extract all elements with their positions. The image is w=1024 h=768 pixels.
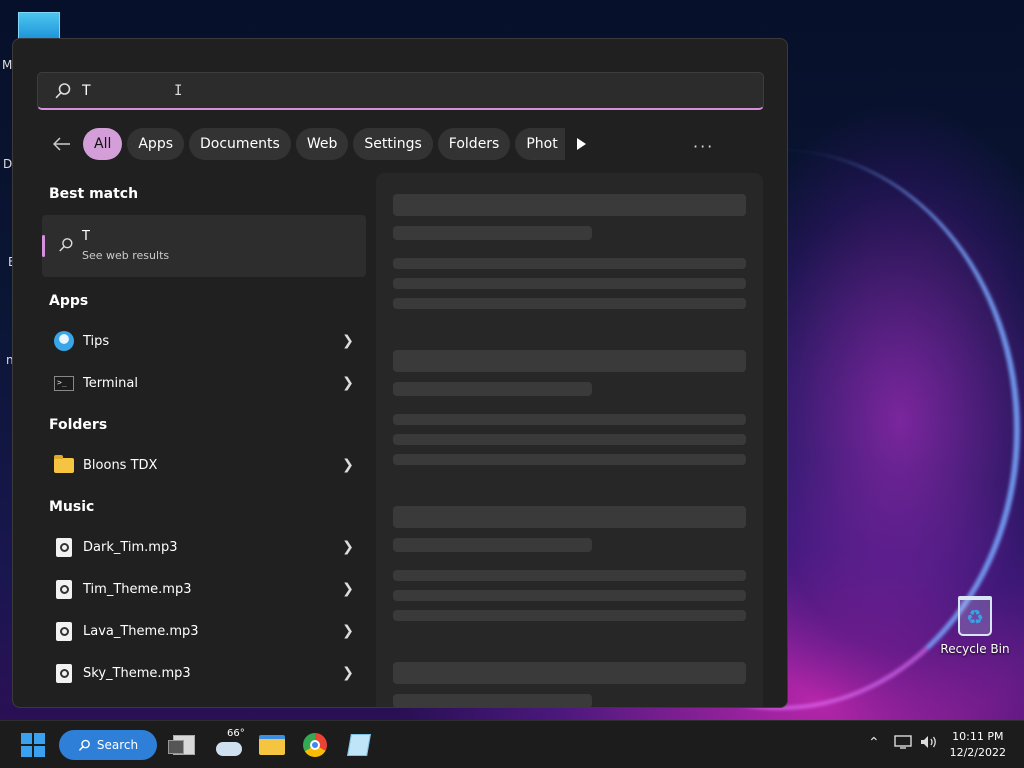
skeleton-bar — [393, 258, 746, 269]
search-panel: I All Apps Documents Web Settings Folder… — [12, 38, 788, 708]
network-icon[interactable] — [894, 735, 912, 753]
list-item-label: Tips — [83, 333, 110, 349]
filter-all[interactable]: All — [83, 128, 123, 160]
recycle-bin[interactable]: ♻ Recycle Bin — [940, 596, 1010, 656]
preview-pane-loading — [376, 173, 763, 707]
text-cursor-icon: I — [174, 83, 183, 99]
folder-icon — [53, 454, 75, 476]
list-item-lava-theme[interactable]: Lava_Theme.mp3 ❯ — [42, 612, 366, 650]
filter-apps[interactable]: Apps — [127, 128, 185, 160]
taskbar-search-label: Search — [96, 738, 139, 752]
apps-heading: Apps — [49, 293, 89, 309]
taskbar-search-button[interactable]: Search — [59, 730, 157, 760]
list-item-label: Lava_Theme.mp3 — [83, 623, 199, 639]
chevron-right-icon[interactable]: ❯ — [338, 623, 358, 639]
skeleton-bar — [393, 298, 746, 309]
start-button[interactable] — [20, 729, 46, 761]
clock-time: 10:11 PM — [952, 730, 1004, 743]
file-explorer-icon — [259, 735, 285, 755]
task-view-icon — [168, 735, 195, 755]
filter-settings[interactable]: Settings — [353, 128, 433, 160]
search-input[interactable] — [82, 82, 682, 99]
filter-bar: All Apps Documents Web Settings Folders … — [51, 128, 596, 160]
skeleton-bar — [393, 454, 746, 465]
weather-cloud-icon — [216, 742, 242, 756]
list-item-label: Terminal — [83, 375, 138, 391]
skeleton-bar — [393, 538, 592, 552]
search-box[interactable]: I — [37, 72, 764, 110]
skeleton-bar — [393, 434, 746, 445]
list-item-sky-theme[interactable]: Sky_Theme.mp3 ❯ — [42, 654, 366, 692]
more-options-button[interactable]: ··· — [693, 137, 714, 156]
notepad-icon — [347, 734, 371, 756]
list-item-tips[interactable]: Tips ❯ — [42, 322, 366, 360]
filter-documents[interactable]: Documents — [189, 128, 291, 160]
list-item-label: Tim_Theme.mp3 — [83, 581, 192, 597]
skeleton-bar — [393, 226, 592, 240]
desktop-icon-label-edge: M — [2, 58, 13, 72]
skeleton-bar — [393, 350, 746, 372]
list-item-terminal[interactable]: >_ Terminal ❯ — [42, 364, 366, 402]
tips-icon — [53, 330, 75, 352]
best-match-item[interactable]: T See web results — [42, 215, 366, 277]
audio-file-icon — [53, 536, 75, 558]
notepad-button[interactable] — [346, 729, 372, 761]
task-view-button[interactable] — [168, 729, 196, 761]
volume-icon[interactable] — [920, 735, 938, 753]
chrome-icon — [303, 733, 327, 757]
skeleton-bar — [393, 590, 746, 601]
selection-accent — [42, 235, 45, 257]
list-item-dark-tim[interactable]: Dark_Tim.mp3 ❯ — [42, 528, 366, 566]
skeleton-bar — [393, 194, 746, 216]
terminal-icon: >_ — [53, 372, 75, 394]
filter-folders[interactable]: Folders — [437, 128, 511, 160]
best-match-label: T — [82, 229, 90, 244]
clock[interactable]: 10:11 PM 12/2/2022 — [950, 729, 1006, 761]
list-item-label: Bloons TDX — [83, 457, 158, 473]
chevron-right-icon[interactable]: ❯ — [338, 457, 358, 473]
weather-temperature: 66° — [227, 728, 245, 739]
scroll-right-icon[interactable] — [576, 138, 596, 150]
list-item-bloons-tdx[interactable]: Bloons TDX ❯ — [42, 446, 366, 484]
list-item-label: Dark_Tim.mp3 — [83, 539, 178, 555]
chevron-up-icon[interactable]: ⌃ — [868, 735, 880, 751]
chevron-right-icon[interactable]: ❯ — [338, 539, 358, 555]
skeleton-bar — [393, 610, 746, 621]
skeleton-bar — [393, 382, 592, 396]
best-match-sublabel: See web results — [82, 249, 170, 262]
folders-heading: Folders — [49, 417, 108, 433]
search-icon — [54, 82, 72, 100]
skeleton-bar — [393, 414, 746, 425]
chrome-button[interactable] — [302, 729, 328, 761]
search-icon — [78, 739, 90, 751]
audio-file-icon — [53, 578, 75, 600]
back-arrow-icon[interactable] — [51, 133, 73, 155]
chevron-right-icon[interactable]: ❯ — [338, 375, 358, 391]
recycle-bin-label: Recycle Bin — [940, 642, 1010, 656]
file-explorer-button[interactable] — [258, 729, 286, 761]
web-search-icon — [58, 237, 74, 257]
filter-web[interactable]: Web — [295, 128, 349, 160]
taskbar: Search 66° ⌃ 10:11 PM 12/2/2022 — [0, 720, 1024, 768]
audio-file-icon — [53, 662, 75, 684]
audio-file-icon — [53, 620, 75, 642]
chevron-right-icon[interactable]: ❯ — [338, 581, 358, 597]
clock-date: 12/2/2022 — [949, 746, 1006, 759]
skeleton-bar — [393, 278, 746, 289]
recycle-bin-icon: ♻ — [958, 596, 992, 636]
skeleton-bar — [393, 506, 746, 528]
chevron-right-icon[interactable]: ❯ — [338, 665, 358, 681]
music-heading: Music — [49, 499, 95, 515]
filter-photos[interactable]: Phot — [515, 128, 566, 160]
windows-logo-icon — [21, 733, 45, 757]
list-item-tim-theme[interactable]: Tim_Theme.mp3 ❯ — [42, 570, 366, 608]
skeleton-bar — [393, 662, 746, 684]
best-match-heading: Best match — [49, 186, 139, 202]
skeleton-bar — [393, 570, 746, 581]
skeleton-bar — [393, 694, 592, 707]
chevron-right-icon[interactable]: ❯ — [338, 333, 358, 349]
list-item-label: Sky_Theme.mp3 — [83, 665, 191, 681]
